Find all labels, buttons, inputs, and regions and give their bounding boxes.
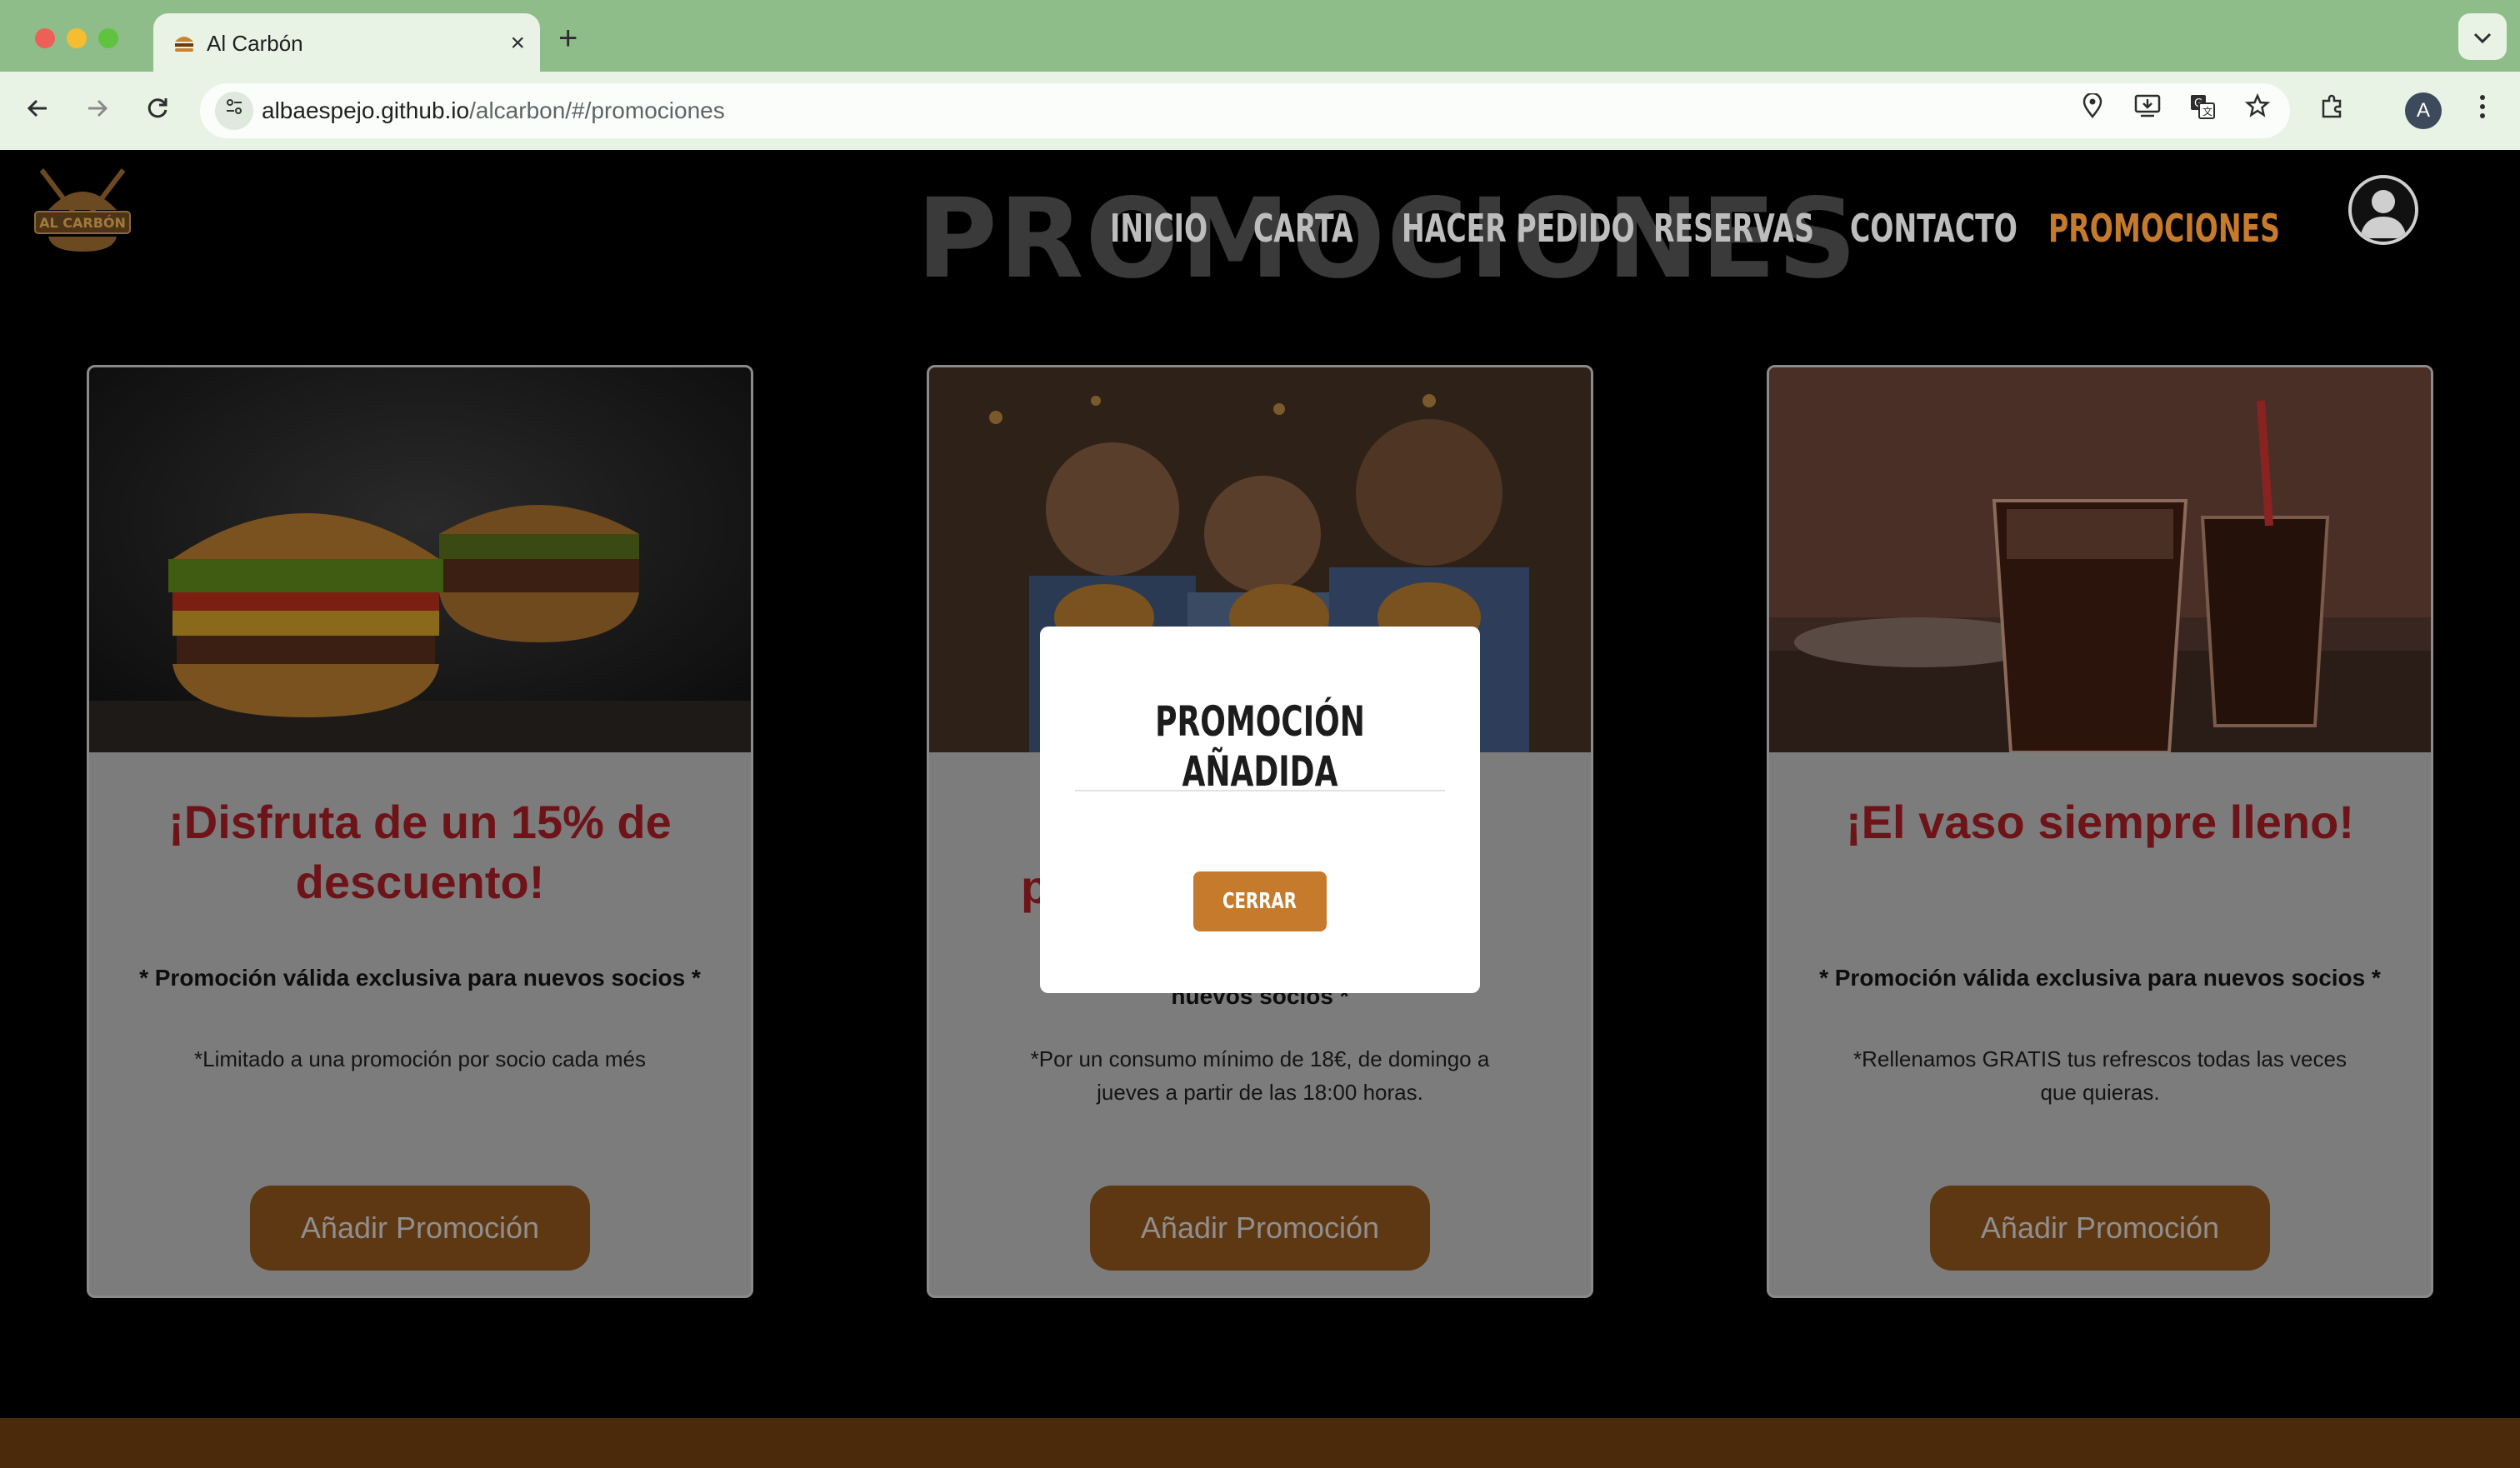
close-modal-label: CERRAR — [1222, 889, 1298, 914]
address-bar[interactable]: albaespejo.github.io/alcarbon/#/promocio… — [200, 83, 2290, 138]
browser-tab-active[interactable]: Al Carbón × — [153, 13, 540, 73]
promo-card-discount: ¡Disfruta de un 15% de descuento! * Prom… — [87, 365, 753, 1298]
install-app-icon[interactable] — [2130, 93, 2165, 128]
nav-reservas[interactable]: RESERVAS — [1653, 205, 1814, 252]
user-account-icon[interactable] — [2348, 175, 2418, 245]
new-tab-button[interactable]: + — [558, 18, 578, 58]
url-path: /alcarbon/#/promociones — [469, 97, 725, 123]
footer — [0, 1418, 2520, 1468]
promo-card-refill: ¡El vaso siempre lleno! * Promoción váli… — [1767, 365, 2433, 1298]
nav-carta[interactable]: CARTA — [1253, 205, 1353, 252]
card-description: *Por un consumo mínimo de 18€, de doming… — [1030, 1046, 1490, 1105]
soda-glasses-image — [1769, 367, 2431, 754]
card-note: * Promoción válida exclusiva para nuevos… — [139, 965, 701, 991]
nav-inicio[interactable]: INICIO — [1110, 205, 1208, 252]
window-close-button[interactable] — [35, 28, 55, 48]
extensions-puzzle-icon[interactable] — [2312, 90, 2353, 132]
browser-toolbar: albaespejo.github.io/alcarbon/#/promocio… — [0, 72, 2520, 150]
profile-avatar[interactable]: A — [2405, 92, 2442, 129]
card-description: *Rellenamos GRATIS tus refrescos todas l… — [1853, 1046, 2347, 1105]
url-host: albaespejo.github.io — [262, 97, 470, 123]
reload-icon[interactable] — [137, 90, 178, 132]
al-carbon-logo[interactable]: AL CARBÓN — [30, 165, 135, 258]
promotion-added-modal: PROMOCIÓN AÑADIDA CERRAR — [1040, 627, 1480, 993]
modal-title: PROMOCIÓN AÑADIDA — [1155, 697, 1365, 796]
back-arrow-icon[interactable] — [17, 90, 58, 132]
burgers-image — [89, 367, 751, 752]
forward-arrow-icon[interactable] — [77, 90, 118, 132]
card-title: ¡Disfruta de un 15% de descuento! — [168, 796, 672, 908]
bookmark-star-icon[interactable] — [2240, 92, 2275, 128]
tab-search-chevron-icon[interactable] — [2458, 13, 2507, 60]
kebab-menu-icon[interactable] — [2462, 90, 2503, 132]
burger-favicon-icon — [172, 30, 197, 55]
nav-contacto[interactable]: CONTACTO — [1850, 205, 2018, 252]
tab-close-icon[interactable]: × — [510, 27, 525, 60]
translate-icon[interactable]: G文 — [2185, 93, 2220, 128]
card-title: ¡El vaso siempre lleno! — [1846, 796, 2354, 848]
url-text: albaespejo.github.io/alcarbon/#/promocio… — [262, 94, 725, 127]
add-promotion-button[interactable]: Añadir Promoción — [250, 1186, 590, 1271]
window-minimize-button[interactable] — [67, 28, 87, 48]
card-description: *Limitado a una promoción por socio cada… — [194, 1046, 646, 1071]
tab-title: Al Carbón — [207, 31, 303, 56]
modal-divider — [1075, 790, 1445, 791]
nav-hacer-pedido[interactable]: HACER PEDIDO — [1402, 205, 1635, 252]
card-note: * Promoción válida exclusiva para nuevos… — [1819, 965, 2381, 991]
svg-text:文: 文 — [2202, 105, 2212, 117]
site-info-icon[interactable] — [215, 92, 253, 130]
logo-text: AL CARBÓN — [39, 215, 126, 231]
browser-tab-bar: Al Carbón × + — [0, 0, 2520, 73]
window-maximize-button[interactable] — [98, 28, 118, 48]
add-promotion-button[interactable]: Añadir Promoción — [1930, 1186, 2270, 1271]
close-modal-button[interactable]: CERRAR — [1193, 871, 1327, 931]
nav-promociones[interactable]: PROMOCIONES — [2048, 205, 2280, 252]
add-promotion-button[interactable]: Añadir Promoción — [1090, 1186, 1430, 1271]
location-pin-icon[interactable] — [2075, 92, 2110, 128]
